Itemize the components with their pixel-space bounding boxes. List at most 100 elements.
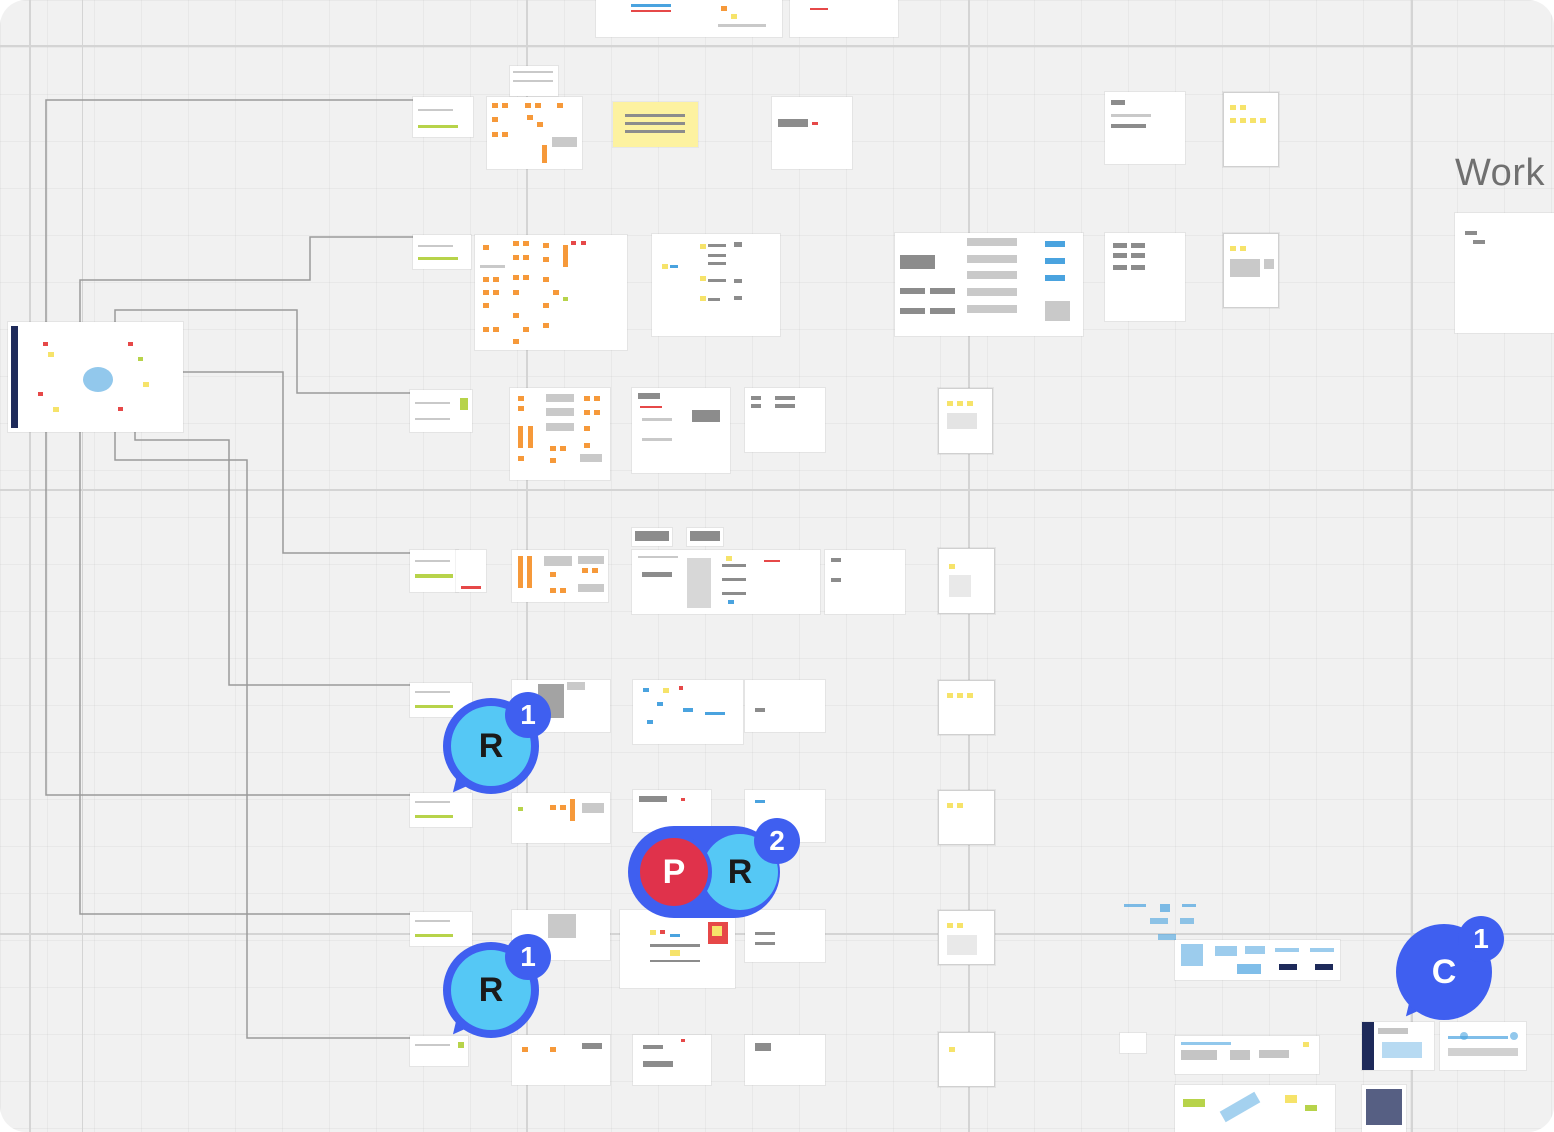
frame-content	[900, 288, 925, 294]
frame-content	[415, 1044, 450, 1046]
frame-content	[546, 408, 574, 416]
frame-content	[722, 564, 746, 567]
board-frame[interactable]	[1175, 1085, 1335, 1132]
board-frame[interactable]	[1105, 233, 1185, 321]
frame-content	[1113, 265, 1127, 270]
board-frame[interactable]	[512, 1035, 610, 1085]
board-frame[interactable]	[413, 235, 471, 269]
frame-content	[764, 560, 780, 562]
board-frame[interactable]	[687, 528, 723, 546]
board-frame[interactable]	[938, 910, 995, 965]
board-frame[interactable]	[790, 0, 898, 37]
frame-content	[1510, 1032, 1518, 1040]
frame-content	[1111, 124, 1146, 128]
frame-content	[679, 686, 683, 690]
board-frame[interactable]	[938, 388, 993, 454]
frame-content	[683, 708, 693, 712]
board-frame[interactable]	[745, 1035, 825, 1085]
frame-content	[1131, 253, 1145, 258]
comment-count-badge: 1	[505, 692, 551, 738]
board-frame[interactable]	[456, 550, 486, 592]
frame-content	[708, 244, 726, 247]
board-frame[interactable]	[633, 680, 743, 744]
frame-content	[660, 930, 665, 934]
board-frame[interactable]	[632, 388, 730, 473]
frame-content	[1158, 934, 1176, 940]
board-frame[interactable]	[1120, 1033, 1146, 1053]
frame-content	[527, 115, 533, 120]
board-frame[interactable]	[512, 550, 608, 602]
comment-bubble[interactable]: R P 2	[628, 818, 804, 920]
board-frame[interactable]	[410, 793, 472, 827]
board-frame[interactable]	[1223, 92, 1279, 167]
frame-content	[1366, 1089, 1402, 1125]
comment-bubble[interactable]: R 1	[441, 934, 557, 1042]
frame-content	[1219, 1091, 1261, 1123]
board-frame[interactable]	[938, 548, 995, 614]
board-frame[interactable]	[1105, 92, 1185, 164]
board-frame[interactable]	[1175, 940, 1340, 980]
board-frame[interactable]	[895, 233, 1083, 336]
board-frame[interactable]	[938, 790, 995, 845]
board-frame[interactable]	[512, 793, 610, 843]
board-frame[interactable]	[825, 550, 905, 614]
frame-content	[543, 243, 549, 248]
board-frame[interactable]	[938, 680, 995, 735]
frame-content	[584, 443, 590, 448]
board-frame[interactable]	[1440, 1022, 1526, 1070]
board-frame[interactable]	[596, 0, 782, 37]
board-frame[interactable]	[1223, 233, 1279, 308]
frame-content	[1259, 1050, 1289, 1058]
frame-content	[518, 556, 523, 588]
board-frame[interactable]	[510, 388, 610, 480]
board-frame[interactable]	[1362, 1022, 1434, 1070]
frame-content	[594, 396, 600, 401]
frame-content	[461, 586, 481, 589]
section-title[interactable]: Work	[1455, 152, 1545, 195]
board-frame[interactable]	[410, 390, 472, 432]
board-frame[interactable]	[938, 1032, 995, 1087]
frame-content	[734, 296, 742, 300]
frame-content	[670, 265, 678, 268]
board-frame[interactable]	[745, 680, 825, 732]
frame-content	[647, 720, 653, 724]
frame-content	[642, 572, 672, 577]
comment-bubble[interactable]: R 1	[441, 692, 557, 800]
board-frame[interactable]	[510, 66, 558, 96]
frame-content	[518, 807, 523, 811]
board-frame[interactable]	[1362, 1085, 1406, 1132]
board-frame[interactable]	[620, 910, 735, 988]
board-frame[interactable]	[652, 234, 780, 336]
frame-content	[418, 257, 458, 260]
frame-content	[700, 244, 706, 249]
board-frame[interactable]	[487, 97, 582, 169]
board-frame[interactable]	[475, 235, 627, 350]
frame-content	[480, 265, 505, 268]
board-frame[interactable]	[632, 528, 672, 546]
board-frame[interactable]	[1175, 1036, 1319, 1074]
frame-content	[775, 396, 795, 400]
frame-content	[775, 404, 795, 408]
whiteboard-canvas[interactable]: Work R 1 R P 2 R 1 C 1	[0, 0, 1554, 1132]
frame-content	[535, 103, 541, 108]
comment-bubble[interactable]: C 1	[1394, 916, 1510, 1024]
mind-map-node	[118, 407, 123, 411]
board-frame[interactable]	[772, 97, 852, 169]
sticky-note[interactable]	[613, 102, 698, 147]
frame-content	[1305, 1105, 1317, 1111]
board-frame[interactable]	[633, 1035, 711, 1085]
frame-content	[635, 531, 669, 541]
mind-map-frame[interactable]	[8, 322, 183, 432]
frame-content	[493, 277, 499, 282]
frame-content	[513, 71, 553, 73]
frame-content	[546, 423, 574, 431]
frame-content	[571, 241, 576, 245]
board-frame[interactable]	[1455, 213, 1554, 333]
board-frame[interactable]	[413, 97, 473, 137]
frame-content	[1113, 243, 1127, 248]
mind-map-node	[143, 382, 149, 387]
board-frame[interactable]	[410, 550, 458, 592]
board-frame[interactable]	[745, 388, 825, 452]
frame-content	[708, 262, 726, 265]
board-frame[interactable]	[632, 550, 820, 614]
